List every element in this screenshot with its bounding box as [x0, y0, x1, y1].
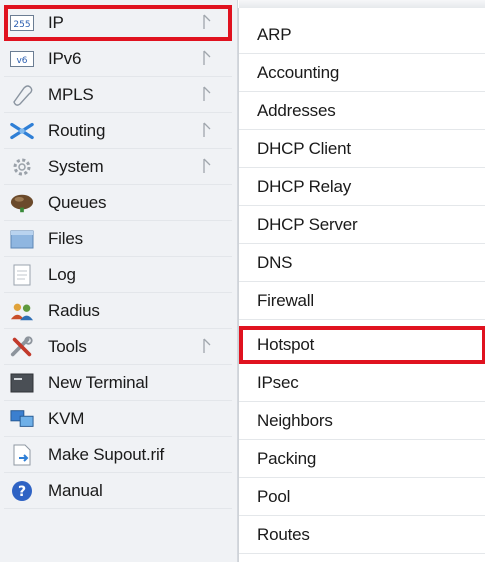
menu-item-mpls[interactable]: MPLS	[4, 77, 232, 113]
menu-item-ipv6[interactable]: v6 IPv6	[4, 41, 232, 77]
main-menu-sidebar: 255 IP v6 IPv6 MPLS Routing System Queue…	[0, 0, 238, 562]
submenu-item-label: Firewall	[257, 290, 314, 310]
menu-item-radius[interactable]: Radius	[4, 293, 232, 329]
folder-icon	[10, 228, 34, 250]
submenu-item-dhcp-client[interactable]: DHCP Client	[239, 130, 485, 168]
ipv6-icon: v6	[10, 48, 34, 70]
submenu-item-hotspot[interactable]: Hotspot	[239, 326, 485, 364]
menu-item-log[interactable]: Log	[4, 257, 232, 293]
menu-item-label: Log	[48, 264, 76, 284]
submenu-item-label: Addresses	[257, 100, 336, 120]
menu-item-label: Tools	[48, 336, 87, 356]
submenu-item-label: Packing	[257, 448, 317, 468]
menu-item-tools[interactable]: Tools	[4, 329, 232, 365]
menu-item-ip[interactable]: 255 IP	[4, 5, 232, 41]
submenu-item-neighbors[interactable]: Neighbors	[239, 402, 485, 440]
radius-users-icon	[10, 300, 34, 322]
submenu-item-routes[interactable]: Routes	[239, 516, 485, 554]
menu-item-files[interactable]: Files	[4, 221, 232, 257]
submenu-arrow-icon	[202, 337, 212, 355]
menu-item-label: New Terminal	[48, 372, 149, 392]
menu-item-label: Files	[48, 228, 83, 248]
submenu-item-label: DHCP Server	[257, 214, 358, 234]
menu-item-make-supout[interactable]: Make Supout.rif	[4, 437, 232, 473]
submenu-item-accounting[interactable]: Accounting	[239, 54, 485, 92]
log-document-icon	[10, 264, 34, 286]
submenu-item-label: DHCP Client	[257, 138, 351, 158]
menu-item-new-terminal[interactable]: New Terminal	[4, 365, 232, 401]
submenu-arrow-icon	[202, 121, 212, 139]
submenu-arrow-icon	[202, 85, 212, 103]
svg-text:v6: v6	[16, 56, 27, 66]
menu-item-label: Make Supout.rif	[48, 444, 165, 464]
menu-item-label: Manual	[48, 480, 103, 500]
submenu-arrow-icon	[202, 13, 212, 31]
system-gear-icon	[10, 156, 34, 178]
submenu-item-dns[interactable]: DNS	[239, 244, 485, 282]
help-icon: ?	[10, 480, 34, 502]
submenu-item-label: Hotspot	[257, 334, 315, 354]
submenu-arrow-icon	[202, 157, 212, 175]
submenu-item-packing[interactable]: Packing	[239, 440, 485, 478]
submenu-item-label: Accounting	[257, 62, 340, 82]
submenu-item-label: Routes	[257, 524, 310, 544]
menu-item-manual[interactable]: ? Manual	[4, 473, 232, 509]
menu-item-label: IP	[48, 12, 64, 32]
submenu-item-ipsec[interactable]: IPsec	[239, 364, 485, 402]
menu-item-label: System	[48, 156, 104, 176]
submenu-arrow-icon	[202, 49, 212, 67]
menu-item-routing[interactable]: Routing	[4, 113, 232, 149]
menu-item-system[interactable]: System	[4, 149, 232, 185]
mpls-icon	[10, 84, 34, 106]
submenu-item-firewall[interactable]: Firewall	[239, 282, 485, 320]
submenu-item-addresses[interactable]: Addresses	[239, 92, 485, 130]
menu-item-label: Queues	[48, 192, 107, 212]
tools-icon	[10, 335, 34, 358]
menu-item-label: Radius	[48, 300, 100, 320]
submenu-item-label: DNS	[257, 252, 293, 272]
submenu-item-dhcp-server[interactable]: DHCP Server	[239, 206, 485, 244]
menu-item-label: KVM	[48, 408, 85, 428]
menu-item-label: MPLS	[48, 84, 94, 104]
menu-item-label: Routing	[48, 120, 106, 140]
kvm-icon	[10, 408, 34, 430]
routing-icon	[10, 120, 34, 142]
terminal-icon	[10, 372, 34, 394]
submenu-item-label: DHCP Relay	[257, 176, 352, 196]
submenu-item-label: Neighbors	[257, 410, 333, 430]
menu-item-queues[interactable]: Queues	[4, 185, 232, 221]
svg-text:255: 255	[13, 20, 30, 30]
submenu-top-bar	[239, 0, 485, 8]
svg-text:?: ?	[18, 484, 26, 500]
submenu-item-label: ARP	[257, 24, 292, 44]
menu-item-kvm[interactable]: KVM	[4, 401, 232, 437]
submenu-item-arp[interactable]: ARP	[239, 16, 485, 54]
supout-file-icon	[10, 444, 34, 466]
ip-icon: 255	[10, 12, 34, 34]
submenu-item-dhcp-relay[interactable]: DHCP Relay	[239, 168, 485, 206]
submenu-item-pool[interactable]: Pool	[239, 478, 485, 516]
queues-icon	[10, 192, 34, 214]
menu-item-label: IPv6	[48, 48, 82, 68]
submenu-item-label: IPsec	[257, 372, 299, 392]
submenu-item-label: Pool	[257, 486, 291, 506]
ip-submenu: ARP Accounting Addresses DHCP Client DHC…	[238, 0, 485, 562]
